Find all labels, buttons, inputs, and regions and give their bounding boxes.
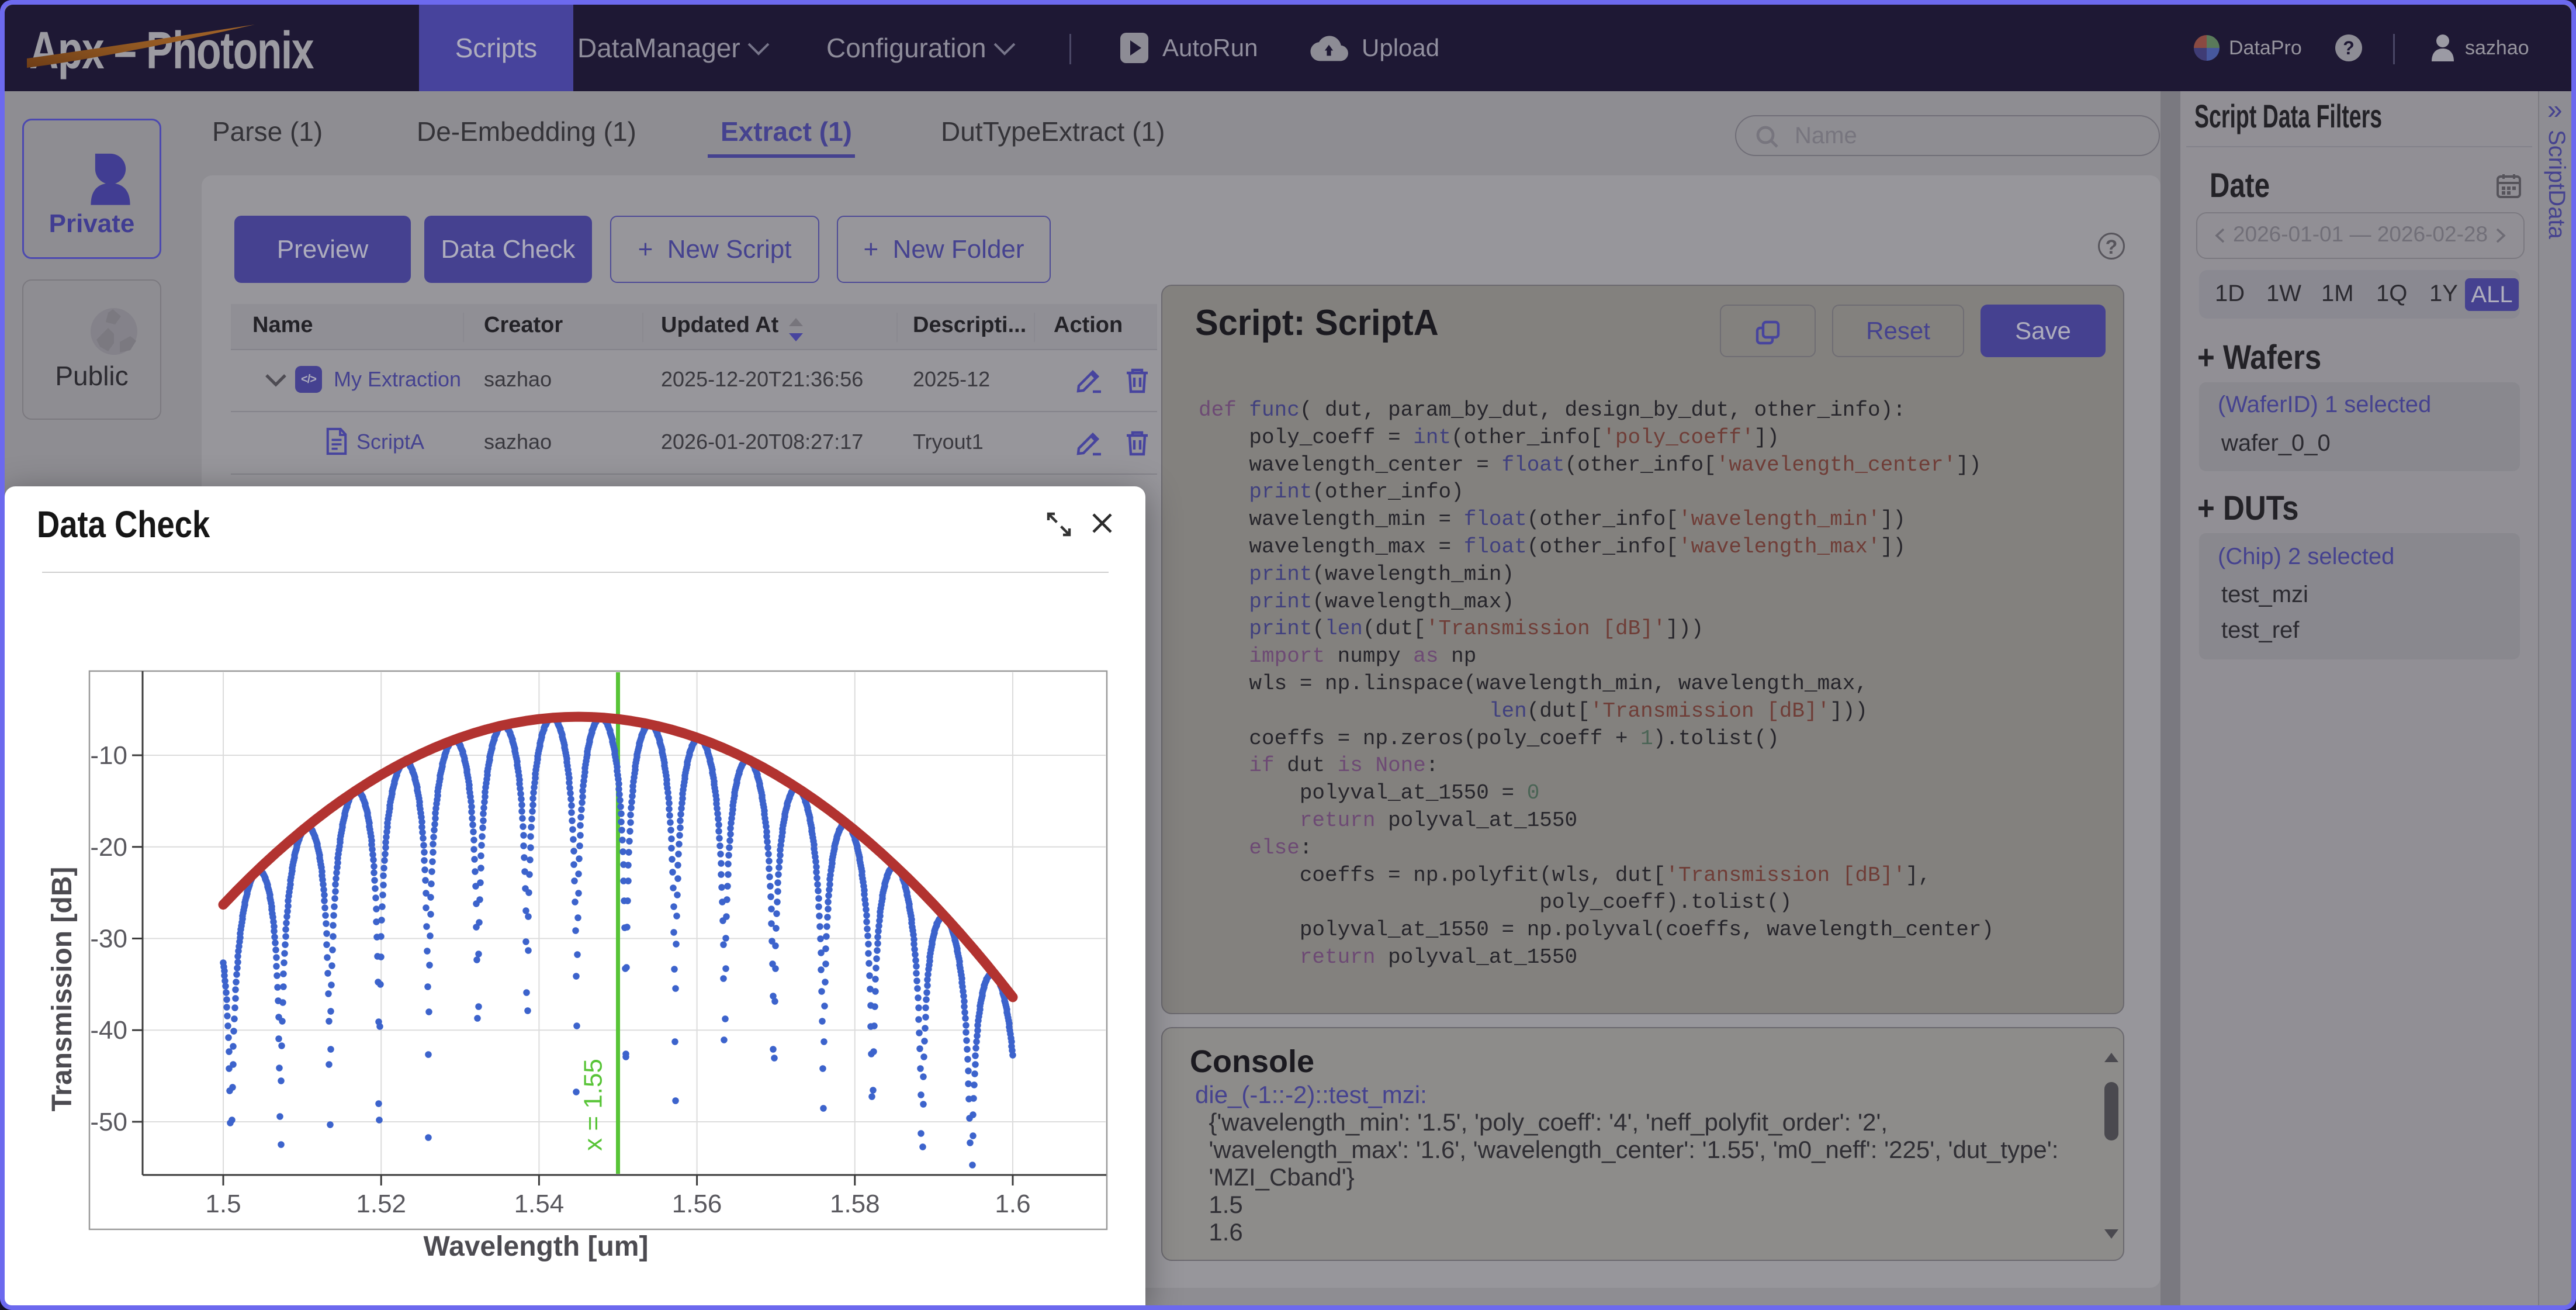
svg-text:-30: -30 [90, 925, 127, 953]
svg-text:1.58: 1.58 [830, 1190, 880, 1218]
svg-text:Transmission [dB]: Transmission [dB] [47, 867, 78, 1112]
svg-text:1.52: 1.52 [356, 1190, 406, 1218]
svg-text:-40: -40 [90, 1016, 127, 1045]
svg-text:Wavelength [um]: Wavelength [um] [424, 1231, 649, 1262]
svg-text:1.56: 1.56 [672, 1190, 722, 1218]
svg-text:1.54: 1.54 [514, 1190, 565, 1218]
svg-text:1.6: 1.6 [995, 1190, 1030, 1218]
svg-text:x = 1.55: x = 1.55 [579, 1059, 608, 1151]
svg-text:1.5: 1.5 [205, 1190, 241, 1218]
svg-text:-20: -20 [90, 833, 127, 862]
svg-text:-50: -50 [90, 1108, 127, 1136]
svg-text:-10: -10 [90, 741, 127, 770]
